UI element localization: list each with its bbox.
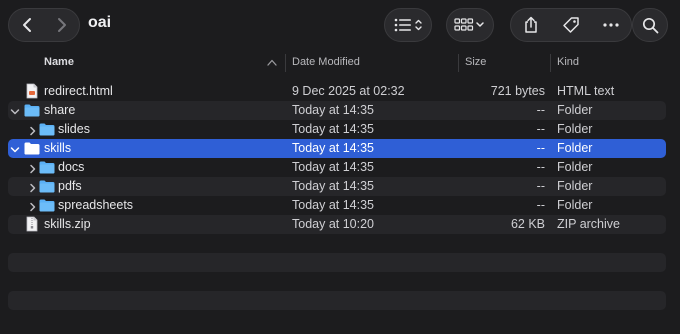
folder-icon bbox=[24, 104, 40, 117]
file-kind: HTML text bbox=[557, 84, 615, 98]
forward-button[interactable] bbox=[44, 8, 79, 42]
file-date: Today at 14:35 bbox=[292, 160, 375, 174]
file-size: 721 bytes bbox=[490, 84, 545, 98]
file-kind: Folder bbox=[557, 179, 593, 193]
empty-row bbox=[8, 291, 666, 310]
file-name: spreadsheets bbox=[58, 198, 134, 212]
folder-icon bbox=[24, 142, 40, 155]
grid-view-icon bbox=[454, 18, 484, 31]
file-date: Today at 14:35 bbox=[292, 141, 375, 155]
file-kind: Folder bbox=[557, 198, 593, 212]
back-button[interactable] bbox=[9, 8, 44, 42]
file-size: -- bbox=[536, 141, 545, 155]
file-kind: ZIP archive bbox=[557, 217, 620, 231]
file-name: skills bbox=[44, 141, 72, 155]
file-name: share bbox=[44, 103, 76, 117]
file-name: skills.zip bbox=[44, 217, 91, 231]
folder-icon bbox=[39, 180, 55, 193]
list-item[interactable]: share Today at 14:35 -- Folder bbox=[8, 101, 666, 120]
empty-row bbox=[8, 253, 666, 272]
share-icon bbox=[525, 16, 537, 33]
disclosure-expanded-icon[interactable] bbox=[10, 143, 20, 157]
column-header: Name Date Modified Size Kind bbox=[0, 50, 680, 76]
zip-file-icon bbox=[26, 216, 38, 232]
column-divider[interactable] bbox=[458, 54, 459, 72]
actions-group bbox=[510, 8, 632, 42]
file-date: Today at 14:35 bbox=[292, 198, 375, 212]
chevron-right-icon bbox=[57, 18, 66, 32]
list-view-button[interactable] bbox=[384, 8, 432, 42]
list-view-icon bbox=[394, 18, 422, 32]
share-button[interactable] bbox=[511, 8, 551, 42]
chevron-left-icon bbox=[22, 18, 31, 32]
toolbar: oai bbox=[0, 0, 680, 50]
group-view-button[interactable] bbox=[446, 8, 494, 42]
list-item[interactable]: redirect.html 9 Dec 2025 at 02:32 721 by… bbox=[8, 82, 666, 101]
more-icon bbox=[603, 23, 619, 27]
file-date: Today at 10:20 bbox=[292, 217, 375, 231]
disclosure-collapsed-icon[interactable] bbox=[28, 162, 38, 176]
list-item[interactable]: spreadsheets Today at 14:35 -- Folder bbox=[8, 196, 666, 215]
list-item[interactable]: skills.zip Today at 10:20 62 KB ZIP arch… bbox=[8, 215, 666, 234]
column-divider[interactable] bbox=[285, 54, 286, 72]
list-item[interactable]: docs Today at 14:35 -- Folder bbox=[8, 158, 666, 177]
finder-window: oai Name Date Modified Size Kind redirec… bbox=[0, 0, 680, 334]
file-kind: Folder bbox=[557, 160, 593, 174]
list-item[interactable]: slides Today at 14:35 -- Folder bbox=[8, 120, 666, 139]
tag-icon bbox=[563, 17, 579, 33]
search-icon bbox=[642, 17, 658, 33]
more-button[interactable] bbox=[591, 8, 631, 42]
file-name: slides bbox=[58, 122, 90, 136]
file-name: redirect.html bbox=[44, 84, 113, 98]
file-name: pdfs bbox=[58, 179, 82, 193]
file-name: docs bbox=[58, 160, 85, 174]
list-item[interactable]: pdfs Today at 14:35 -- Folder bbox=[8, 177, 666, 196]
folder-icon bbox=[39, 161, 55, 174]
file-date: Today at 14:35 bbox=[292, 122, 375, 136]
file-size: 62 KB bbox=[510, 217, 545, 231]
search-button[interactable] bbox=[632, 8, 668, 42]
sort-ascending-icon[interactable] bbox=[267, 59, 277, 66]
column-divider[interactable] bbox=[550, 54, 551, 72]
column-name[interactable]: Name bbox=[44, 56, 74, 68]
tag-button[interactable] bbox=[551, 8, 591, 42]
disclosure-collapsed-icon[interactable] bbox=[28, 181, 38, 195]
file-kind: Folder bbox=[557, 122, 593, 136]
window-title: oai bbox=[88, 14, 112, 31]
file-size: -- bbox=[536, 103, 545, 117]
file-date: Today at 14:35 bbox=[292, 103, 375, 117]
list-item-selected[interactable]: skills Today at 14:35 -- Folder bbox=[8, 139, 666, 158]
file-size: -- bbox=[536, 122, 545, 136]
column-date-modified[interactable]: Date Modified bbox=[292, 56, 360, 68]
disclosure-collapsed-icon[interactable] bbox=[28, 124, 38, 138]
html-file-icon bbox=[26, 83, 38, 99]
file-size: -- bbox=[536, 179, 545, 193]
folder-icon bbox=[39, 123, 55, 136]
file-kind: Folder bbox=[557, 103, 593, 117]
file-size: -- bbox=[536, 198, 545, 212]
column-kind[interactable]: Kind bbox=[557, 56, 579, 68]
file-date: 9 Dec 2025 at 02:32 bbox=[292, 84, 405, 98]
disclosure-collapsed-icon[interactable] bbox=[28, 200, 38, 214]
file-size: -- bbox=[536, 160, 545, 174]
navigation-group bbox=[8, 8, 80, 42]
disclosure-expanded-icon[interactable] bbox=[10, 105, 20, 119]
folder-icon bbox=[39, 199, 55, 212]
file-kind: Folder bbox=[557, 141, 593, 155]
file-date: Today at 14:35 bbox=[292, 179, 375, 193]
column-size[interactable]: Size bbox=[465, 56, 486, 68]
